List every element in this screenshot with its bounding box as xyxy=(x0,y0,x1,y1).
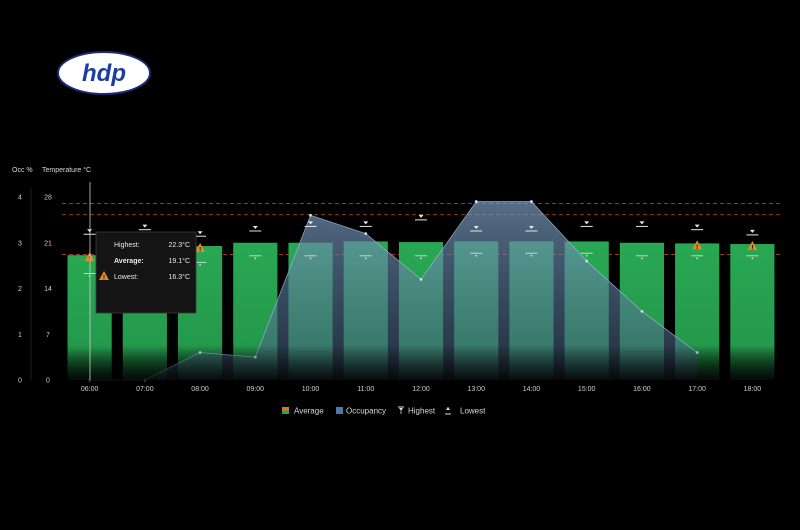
temp-tick-label: 0 xyxy=(46,378,50,385)
x-tick-label: 15:00 xyxy=(578,386,596,393)
temp-tick-label: 14 xyxy=(44,286,52,293)
svg-text:!: ! xyxy=(199,248,201,254)
tooltip-value-average: 19.1°C xyxy=(169,257,190,265)
tooltip-value-lowest: 16.3°C xyxy=(169,273,190,281)
occ-axis-title: Occ % xyxy=(12,167,33,174)
highest-marker xyxy=(635,221,648,227)
highest-marker xyxy=(249,225,262,232)
occ-tick-label: 2 xyxy=(18,286,22,293)
tooltip-value-highest: 22.3°C xyxy=(169,241,190,249)
occupancy-point xyxy=(530,200,533,203)
x-tick-label: 06:00 xyxy=(81,386,99,393)
highest-marker xyxy=(415,214,427,221)
x-tick-label: 09:00 xyxy=(247,386,265,393)
temperature-occupancy-chart: Occ % Temperature °C 0 1 2 3 4 0 7 14 21 28 !!!!… xyxy=(12,166,780,416)
legend-swatch-occupancy xyxy=(336,407,343,414)
tooltip: Highest: 22.3°C Average: 19.1°C ! Lowest… xyxy=(95,231,197,314)
tooltip-label-average: Average: xyxy=(114,258,144,265)
highest-marker xyxy=(359,221,372,227)
x-tick-label: 07:00 xyxy=(136,386,154,393)
bottom-fade xyxy=(62,345,780,381)
highest-marker xyxy=(580,221,593,227)
temp-tick-label: 21 xyxy=(44,240,52,247)
occ-axis: 0 1 2 3 4 xyxy=(18,195,22,385)
x-tick-label: 16:00 xyxy=(633,386,651,393)
highest-marker xyxy=(746,229,759,236)
x-tick-label: 08:00 xyxy=(191,386,209,393)
x-axis: 06:00 07:00 08:00 09:00 10:00 11:00 12:00 13:00… xyxy=(81,386,761,393)
temp-tick-label: 7 xyxy=(46,332,50,339)
legend-highest-icon xyxy=(398,406,404,414)
x-tick-label: 18:00 xyxy=(744,386,762,393)
temp-axis-title: Temperature °C xyxy=(42,166,91,174)
x-tick-label: 13:00 xyxy=(467,386,485,393)
legend-lowest-icon xyxy=(445,407,451,415)
x-tick-label: 10:00 xyxy=(302,386,320,393)
occ-tick-label: 1 xyxy=(18,332,22,339)
tooltip-label-lowest: Lowest: xyxy=(114,274,138,281)
occupancy-point xyxy=(419,277,423,281)
occupancy-point xyxy=(474,200,478,203)
x-tick-label: 11:00 xyxy=(357,386,374,393)
occ-tick-label: 0 xyxy=(18,378,22,385)
legend: Average Occupancy Highest Lowest xyxy=(282,406,486,416)
temp-tick-label: 28 xyxy=(44,195,52,202)
occupancy-point xyxy=(640,309,644,313)
svg-text:!: ! xyxy=(103,276,105,282)
highest-marker xyxy=(138,224,151,231)
svg-text:!: ! xyxy=(696,245,698,251)
legend-label-average: Average xyxy=(294,407,324,416)
occ-tick-label: 4 xyxy=(18,195,22,202)
occ-tick-label: 3 xyxy=(18,240,22,247)
occupancy-point xyxy=(309,213,312,217)
occupancy-point xyxy=(585,259,589,263)
highest-marker xyxy=(691,224,704,231)
x-tick-label: 14:00 xyxy=(523,386,541,393)
occupancy-point xyxy=(364,232,368,236)
temp-axis: 0 7 14 21 28 xyxy=(44,195,52,385)
x-tick-label: 12:00 xyxy=(412,386,430,393)
legend-label-lowest: Lowest xyxy=(460,407,486,416)
legend-label-occupancy: Occupancy xyxy=(346,407,386,416)
legend-label-highest: Highest xyxy=(408,407,436,416)
tooltip-label-highest: Highest: xyxy=(114,242,140,249)
svg-text:!: ! xyxy=(751,246,753,252)
x-tick-label: 17:00 xyxy=(688,386,706,393)
